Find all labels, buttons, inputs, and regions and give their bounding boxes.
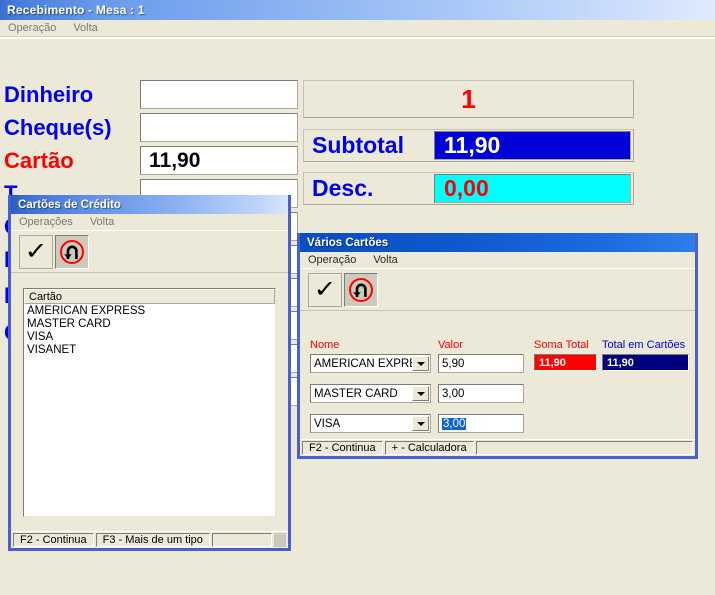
chevron-down-icon[interactable] [412,356,429,371]
input-cheques[interactable] [140,113,298,142]
row-2-valor-input[interactable]: 3,00 [438,384,524,403]
cartoes-undo-button[interactable] [55,234,89,269]
cartoes-list[interactable]: Cartão AMERICAN EXPRESS MASTER CARD VISA… [23,288,276,517]
varios-menubar: Operação Volta [300,252,695,269]
total-em-cartoes-value: 11,90 [602,354,689,371]
subtotal-value: 11,90 [434,131,631,160]
list-item[interactable]: MASTER CARD [27,318,275,331]
varios-cartoes-window: Vários Cartões Operação Volta ✓ Nome Val… [297,233,698,459]
list-item[interactable]: AMERICAN EXPRESS [27,305,275,318]
main-menubar: Operação Volta [0,20,715,36]
row-1-nome-select[interactable]: AMERICAN EXPRESS [310,354,431,373]
subtotal-label: Subtotal [312,132,404,158]
cartoes-titlebar[interactable]: Cartões de Crédito [11,195,288,214]
cartoes-list-header: Cartão [24,289,275,304]
check-icon: ✓ [24,237,48,265]
varios-window-title: Vários Cartões [307,236,389,249]
varios-undo-button[interactable] [344,272,378,307]
resize-grip-icon[interactable] [274,533,286,547]
header-total-em-cartoes: Total em Cartões [602,339,686,351]
row-3-nome-select[interactable]: VISA [310,414,431,433]
main-titlebar: Recebimento - Mesa : 1 [0,0,715,20]
cartoes-list-body: AMERICAN EXPRESS MASTER CARD VISA VISANE… [24,304,275,357]
row-1-valor-input[interactable]: 5,90 [438,354,524,373]
cartoes-menu-operacoes[interactable]: Operações [11,216,82,228]
desc-value: 0,00 [434,174,631,203]
row-1-nome-value: AMERICAN EXPRESS [314,357,412,370]
menu-item-volta[interactable]: Volta [65,22,106,34]
menubar-separator [0,36,715,39]
row-2-nome-value: MASTER CARD [314,387,398,400]
cartoes-confirm-button[interactable]: ✓ [19,234,53,269]
cartoes-status-f3: F3 - Mais de um tipo [95,533,210,547]
soma-total-value: 11,90 [534,354,597,371]
header-soma-total: Soma Total [534,339,589,351]
varios-menu-operacao[interactable]: Operação [300,254,365,266]
varios-status-f2: F2 - Continua [302,441,383,455]
varios-status-filler [475,441,693,455]
chevron-down-icon[interactable] [412,416,429,431]
summary-count-value: 1 [461,83,476,114]
cartoes-status-filler [211,533,272,547]
menu-item-operacao[interactable]: Operação [0,22,65,34]
undo-icon [349,277,373,302]
input-cartao[interactable]: 11,90 [140,146,298,175]
header-nome: Nome [310,339,340,351]
cartoes-menubar: Operações Volta [11,214,288,231]
cartoes-status-f2: F2 - Continua [13,533,94,547]
varios-confirm-button[interactable]: ✓ [308,272,342,307]
summary-count-box: 1 [303,80,634,118]
varios-menu-volta[interactable]: Volta [365,254,406,266]
row-2-nome-select[interactable]: MASTER CARD [310,384,431,403]
main-window-title: Recebimento - Mesa : 1 [7,3,145,17]
chevron-down-icon[interactable] [412,386,429,401]
undo-icon [60,239,84,264]
list-item[interactable]: VISANET [27,344,275,357]
row-3-nome-value: VISA [314,417,341,430]
desc-label: Desc. [312,175,374,201]
row-3-valor-input[interactable]: 3,00 [438,414,524,433]
cartoes-window-title: Cartões de Crédito [18,198,121,211]
check-icon: ✓ [313,275,337,303]
varios-status-calc: + - Calculadora [384,441,474,455]
cartoes-statusbar: F2 - Continua F3 - Mais de um tipo [11,531,288,548]
header-valor: Valor [438,339,463,351]
varios-statusbar: F2 - Continua + - Calculadora [300,439,695,456]
cartoes-toolbar: ✓ [11,231,288,273]
label-cartao: Cartão [4,148,74,173]
varios-titlebar[interactable]: Vários Cartões [300,233,695,252]
row-3-valor-value: 3,00 [442,417,467,430]
label-cheques: Cheque(s) [4,115,112,140]
label-dinheiro: Dinheiro [4,82,94,107]
varios-toolbar: ✓ [300,269,695,311]
list-item[interactable]: VISA [27,331,275,344]
input-dinheiro[interactable] [140,80,298,109]
cartoes-menu-volta[interactable]: Volta [82,216,123,228]
app-root: Recebimento - Mesa : 1 Operação Volta Di… [0,0,715,595]
cartoes-credito-window: Cartões de Crédito Operações Volta ✓ Car… [8,195,291,551]
